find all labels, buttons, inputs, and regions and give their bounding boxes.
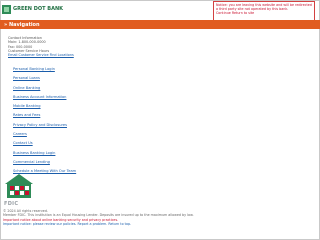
footer-policy-links[interactable]: Important notice: please review our poli… (3, 222, 319, 226)
footer: © 2024 All rights reserved. Member FDIC.… (3, 209, 319, 226)
link-personal-banking-login[interactable]: Personal Banking Login (13, 67, 303, 71)
link-business-banking-login[interactable]: Business Banking Login (13, 151, 303, 155)
link-schedule-meeting[interactable]: Schedule a Meeting With Our Team (13, 169, 303, 173)
link-online-banking[interactable]: Online Banking (13, 86, 303, 90)
link-list: Personal Banking Login Personal Loans On… (13, 67, 303, 179)
link-contact-us[interactable]: Contact Us (13, 141, 303, 145)
info-links[interactable]: Email Customer Service Find Locations (8, 53, 308, 57)
contact-info: Contact Information Main: 1-800-000-0000… (8, 36, 308, 57)
bank-logo[interactable]: GREEN DOT BANK (2, 3, 64, 15)
link-rates-and-fees[interactable]: Rates and Fees (13, 113, 303, 117)
logo-mark-icon (2, 4, 11, 14)
equal-housing-lender-icon (5, 174, 33, 198)
logo-text: GREEN DOT BANK (13, 6, 64, 12)
navigation-title: » Navigation (4, 21, 40, 28)
link-privacy-policy[interactable]: Privacy Policy and Disclosures (13, 123, 303, 127)
link-personal-loans[interactable]: Personal Loans (13, 76, 303, 80)
fdic-logo: FDIC (4, 201, 19, 207)
link-mobile-banking[interactable]: Mobile Banking (13, 104, 303, 108)
navigation-bar: » Navigation (0, 20, 320, 29)
redirect-notice: Notice: you are leaving this website and… (213, 1, 315, 21)
link-business-account-information[interactable]: Business Account Information (13, 95, 303, 99)
link-careers[interactable]: Careers (13, 132, 303, 136)
notice-actions[interactable]: Continue Return to site (216, 11, 312, 15)
link-commercial-lending[interactable]: Commercial Lending (13, 160, 303, 164)
